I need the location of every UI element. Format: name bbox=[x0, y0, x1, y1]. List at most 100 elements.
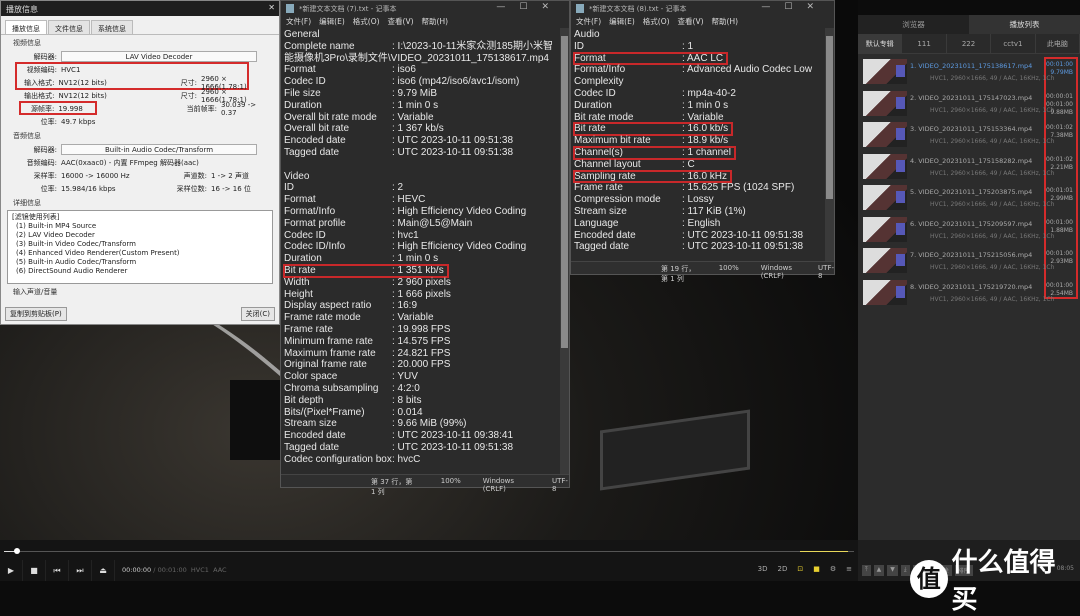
playlist-item[interactable]: 6. VIDEO_20231011_175209597.mp4 HVC1, 296… bbox=[858, 214, 1080, 246]
move-up-icon[interactable]: ▲ bbox=[873, 565, 885, 576]
playlist-item[interactable]: 4. VIDEO_20231011_175158282.mp4 HVC1, 296… bbox=[858, 151, 1080, 183]
text-line: Compression mode: Lossy bbox=[574, 194, 831, 206]
playlist-item[interactable]: 3. VIDEO_20231011_175153364.mp4 HVC1, 296… bbox=[858, 119, 1080, 151]
text-line: Complete name: I:\2023-10-11米家众测185期小米智 bbox=[284, 41, 566, 53]
playlist-item[interactable]: 8. VIDEO_20231011_175219720.mp4 HVC1, 296… bbox=[858, 277, 1080, 309]
menu-icon[interactable]: ≡ bbox=[846, 565, 852, 573]
close-button[interactable]: 关闭(C) bbox=[240, 307, 275, 321]
text-line: Maximum frame rate: 24.821 FPS bbox=[284, 348, 566, 360]
menu-item[interactable]: 编辑(E) bbox=[319, 16, 345, 28]
video-thumbnail bbox=[863, 216, 907, 242]
stop-icon[interactable]: ■ bbox=[23, 560, 46, 581]
3d-button[interactable]: 3D bbox=[758, 565, 768, 573]
status-item: UTF-8 bbox=[551, 477, 568, 493]
notepad-icon bbox=[286, 4, 294, 13]
menu-item[interactable]: 文件(F) bbox=[576, 16, 601, 28]
tab-playlist[interactable]: 播放列表 bbox=[969, 15, 1080, 34]
playlist-item[interactable]: 2. VIDEO_20231011_175147023.mp4 HVC1, 296… bbox=[858, 88, 1080, 120]
volume-slider[interactable] bbox=[800, 551, 848, 552]
text-line: Codec ID/Info: High Efficiency Video Cod… bbox=[284, 241, 566, 253]
line-content: Compression mode: Lossy bbox=[574, 194, 714, 205]
line-key: Encoded date bbox=[284, 430, 346, 442]
line-key: Format/Info bbox=[574, 64, 626, 76]
text-line: Tagged date: UTC 2023-10-11 09:51:38 bbox=[284, 442, 566, 454]
copy-to-clipboard-button[interactable]: 复制到剪贴板(P) bbox=[5, 307, 67, 321]
menu-item[interactable]: 帮助(H) bbox=[712, 16, 739, 28]
line-content: Encoded date: UTC 2023-10-11 09:38:41 bbox=[284, 430, 513, 441]
line-key: Duration bbox=[284, 253, 322, 265]
duration: 00:00:01 bbox=[1046, 92, 1073, 100]
menu-item[interactable]: 帮助(H) bbox=[422, 16, 449, 28]
video-decoder-button[interactable]: LAV Video Decoder bbox=[61, 51, 257, 62]
menu-item[interactable]: 格式(O) bbox=[643, 16, 670, 28]
gear-icon[interactable]: ⚙ bbox=[830, 565, 836, 573]
subtitle-icon[interactable]: ■ bbox=[813, 565, 820, 573]
notepad-window-audio: *新建文本文档 (8).txt - 记事本 —☐✕ 文件(F) 编辑(E) 格式(O) 查… bbox=[570, 0, 835, 283]
line-key: Tagged date bbox=[284, 146, 340, 158]
tab-playback-info[interactable]: 播放信息 bbox=[5, 20, 47, 34]
scrollbar[interactable] bbox=[560, 28, 569, 474]
filter-list[interactable]: [滤镜使用列表] (1) Built-in MP4 Source (2) LAV V… bbox=[7, 210, 273, 284]
line-value: : 24.821 FPS bbox=[392, 347, 451, 359]
scrollbar[interactable] bbox=[825, 28, 834, 261]
status-item: 第 19 行，第 1 列 bbox=[661, 265, 696, 283]
status-item: UTF-8 bbox=[818, 264, 834, 280]
playlist-category[interactable]: 默认专辑 bbox=[858, 34, 903, 53]
line-content: Overall bit rate: 1 367 kb/s bbox=[284, 123, 444, 134]
label: 采样位数: bbox=[176, 184, 207, 193]
move-down-icon[interactable]: ▼ bbox=[887, 565, 898, 576]
line-content: Codec ID: hvc1 bbox=[284, 230, 419, 241]
zoom-icon[interactable]: ⊡ bbox=[797, 565, 803, 573]
playlist-panel: 浏览器 播放列表 默认专辑 111 222 cctv1 此电脑 1. VIDEO_2023… bbox=[858, 15, 1080, 540]
menu-item[interactable]: 格式(O) bbox=[353, 16, 380, 28]
line-value: : 18.9 kb/s bbox=[682, 135, 729, 147]
line-value: : 1 bbox=[682, 40, 694, 52]
line-key: Color space bbox=[284, 371, 338, 383]
label: 视频编码: bbox=[26, 65, 57, 74]
notepad-text[interactable]: General Complete name: I:\2023-10-11米家众测1… bbox=[281, 28, 569, 466]
line-key: Audio bbox=[574, 29, 600, 40]
menu-item[interactable]: 编辑(E) bbox=[609, 16, 635, 28]
item-name: 1. VIDEO_20231011_175138617.mp4 bbox=[910, 62, 1033, 70]
source-fps: 19.998 bbox=[58, 104, 83, 113]
playlist-category[interactable]: 此电脑 bbox=[1036, 34, 1080, 53]
audio-decoder-button[interactable]: Built-in Audio Codec/Transform bbox=[61, 144, 257, 155]
tab-browser[interactable]: 浏览器 bbox=[858, 15, 969, 34]
line-value: : iso6 (mp42/iso6/avc1/isom) bbox=[392, 76, 520, 88]
playlist-item[interactable]: 1. VIDEO_20231011_175138617.mp4 HVC1, 296… bbox=[858, 56, 1080, 88]
window-controls[interactable]: —☐✕ bbox=[761, 2, 828, 12]
text-line: Bit rate: 16.0 kb/s bbox=[572, 122, 831, 137]
2d-button[interactable]: 2D bbox=[778, 565, 788, 573]
menu-item[interactable]: 查看(V) bbox=[388, 16, 414, 28]
line-key: Format bbox=[574, 52, 606, 64]
seek-handle[interactable] bbox=[14, 548, 20, 554]
tab-system-info[interactable]: 系统信息 bbox=[91, 20, 133, 34]
next-icon[interactable]: ⏭ bbox=[69, 560, 92, 581]
file-size: 1.88MB bbox=[1050, 226, 1073, 234]
playlist-category[interactable]: cctv1 bbox=[991, 34, 1036, 53]
window-controls[interactable]: —☐✕ bbox=[496, 2, 563, 12]
line-content: Maximum frame rate: 24.821 FPS bbox=[284, 348, 450, 359]
eject-icon[interactable]: ⏏ bbox=[92, 560, 115, 581]
previous-icon[interactable]: ⏮ bbox=[46, 560, 69, 581]
tab-file-info[interactable]: 文件信息 bbox=[48, 20, 90, 34]
seek-bar[interactable] bbox=[4, 548, 854, 554]
line-key: ID bbox=[574, 40, 584, 52]
play-icon[interactable]: ▶ bbox=[0, 560, 23, 581]
text-line: Tagged date: UTC 2023-10-11 09:51:38 bbox=[574, 241, 831, 253]
move-top-icon[interactable]: ⤒ bbox=[862, 565, 871, 576]
move-bottom-icon[interactable]: ⤓ bbox=[900, 565, 910, 576]
playlist-category[interactable]: 111 bbox=[902, 34, 947, 53]
line-key: Frame rate bbox=[284, 323, 333, 335]
total-time: 00:01:00 bbox=[157, 566, 187, 574]
text-line: Channel layout: C bbox=[574, 159, 831, 171]
status-item: 100% bbox=[718, 264, 739, 272]
playlist-item[interactable]: 5. VIDEO_20231011_175203875.mp4 HVC1, 296… bbox=[858, 182, 1080, 214]
menu-item[interactable]: 查看(V) bbox=[678, 16, 704, 28]
notepad-text[interactable]: Audio ID: 1 Format: AAC LC Format/Info: Adv… bbox=[571, 28, 834, 254]
close-icon[interactable]: ✕ bbox=[268, 3, 275, 12]
playlist-item[interactable]: 7. VIDEO_20231011_175215056.mp4 HVC1, 296… bbox=[858, 245, 1080, 277]
menu-item[interactable]: 文件(F) bbox=[286, 16, 311, 28]
line-value: : C bbox=[682, 158, 695, 170]
playlist-category[interactable]: 222 bbox=[947, 34, 992, 53]
